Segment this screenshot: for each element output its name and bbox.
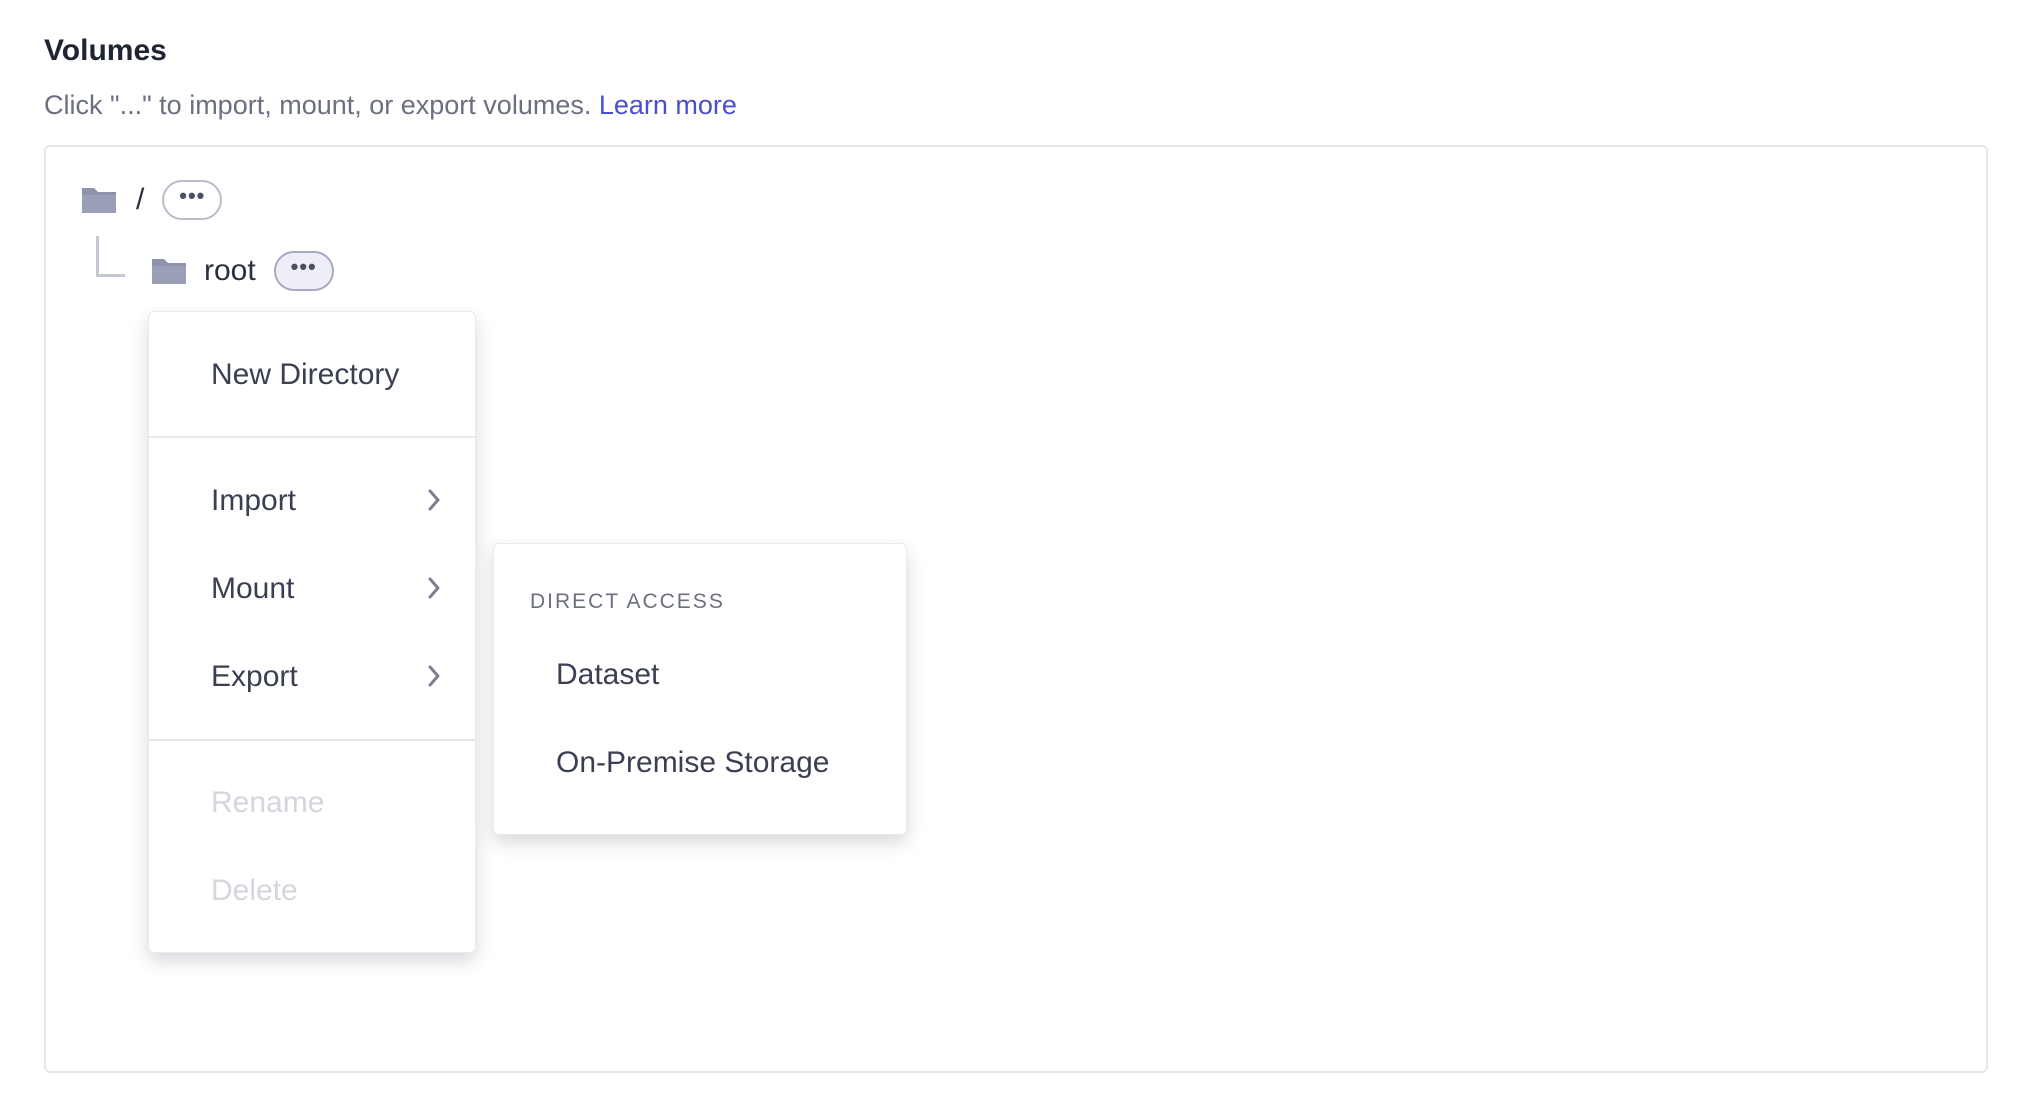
submenu-header: DIRECT ACCESS: [530, 590, 725, 613]
menu-item-new-directory[interactable]: New Directory: [149, 342, 475, 408]
menu-divider: [149, 436, 475, 438]
more-options-button[interactable]: •••: [162, 180, 223, 220]
learn-more-link[interactable]: Learn more: [599, 90, 737, 120]
folder-icon: [82, 188, 116, 213]
import-submenu: DIRECT ACCESS Dataset On-Premise Storage: [493, 543, 907, 835]
menu-item-import[interactable]: Import: [149, 468, 475, 534]
folder-icon: [152, 259, 186, 284]
section-description: Click "..." to import, mount, or export …: [44, 90, 737, 121]
menu-item-mount[interactable]: Mount: [149, 556, 475, 622]
menu-item-label: Import: [211, 484, 297, 517]
menu-divider: [149, 739, 475, 741]
menu-item-delete: Delete: [149, 858, 475, 924]
menu-item-rename: Rename: [149, 770, 475, 836]
menu-item-label: Export: [211, 660, 298, 693]
description-text: Click "..." to import, mount, or export …: [44, 90, 592, 120]
chevron-right-icon: [428, 665, 440, 687]
menu-item-label: Delete: [211, 874, 298, 907]
menu-item-label: Mount: [211, 572, 295, 605]
tree-node-root-slash[interactable]: / •••: [80, 176, 223, 224]
chevron-right-icon: [428, 577, 440, 599]
submenu-item-on-premise-storage[interactable]: On-Premise Storage: [494, 730, 906, 796]
submenu-item-dataset[interactable]: Dataset: [494, 642, 906, 708]
submenu-item-label: Dataset: [556, 658, 660, 691]
tree-node-label: /: [136, 183, 145, 216]
tree-connector: [96, 236, 125, 277]
menu-item-export[interactable]: Export: [149, 644, 475, 710]
more-options-button[interactable]: •••: [273, 251, 334, 291]
tree-node-root[interactable]: root •••: [150, 247, 334, 295]
chevron-right-icon: [428, 489, 440, 511]
section-title: Volumes: [44, 34, 167, 67]
menu-item-label: New Directory: [211, 358, 400, 391]
submenu-item-label: On-Premise Storage: [556, 746, 830, 779]
menu-item-label: Rename: [211, 786, 325, 819]
page: Volumes Click "..." to import, mount, or…: [0, 0, 2027, 1110]
tree-node-label: root: [204, 254, 256, 287]
context-menu: New Directory Import Mount Export Rename: [148, 311, 476, 953]
